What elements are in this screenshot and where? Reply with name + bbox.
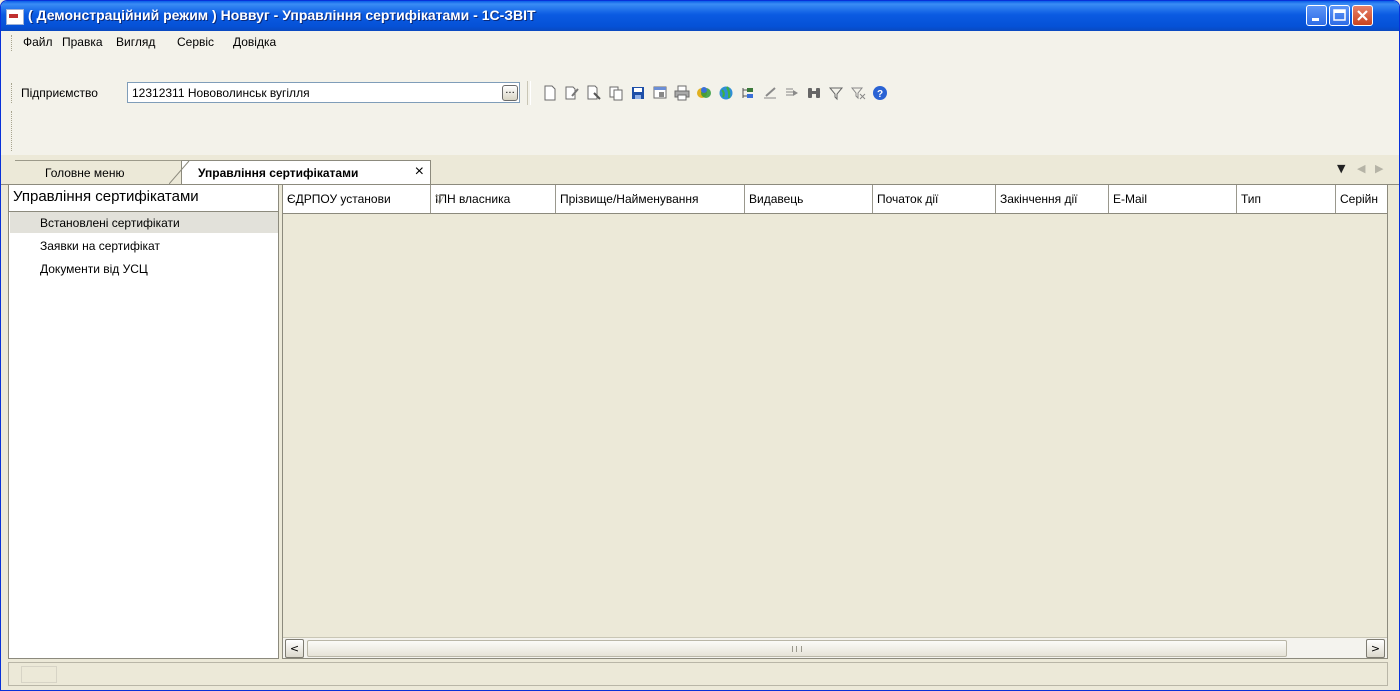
column-header-edrpou[interactable]: ЄДРПОУ установи	[283, 185, 431, 213]
scroll-grip-icon	[792, 646, 802, 652]
save-icon[interactable]	[629, 84, 647, 102]
app-logo-icon	[6, 9, 24, 25]
tab-main-menu[interactable]: Головне меню	[15, 160, 189, 184]
column-header-ipn[interactable]: ІПН власника ▽	[431, 185, 556, 213]
enterprise-browse-button[interactable]: ...	[502, 85, 518, 101]
exchange-icon[interactable]	[695, 84, 713, 102]
enterprise-field[interactable]: 12312311 Нововолинськ вугілля	[127, 82, 520, 103]
nav-item-installed-certificates[interactable]: Встановлені сертифікати	[10, 212, 278, 233]
copy-doc-icon[interactable]	[607, 84, 625, 102]
nav-item-label: Встановлені сертифікати	[40, 216, 180, 230]
menu-edit[interactable]: Правка	[62, 35, 103, 49]
column-header-label: Закінчення дії	[1000, 192, 1078, 206]
column-header-serial[interactable]: Серійн	[1336, 185, 1387, 213]
tab-certificates-label: Управління сертифікатами	[198, 166, 359, 180]
sign-icon[interactable]	[761, 84, 779, 102]
tab-next-icon[interactable]: ▶	[1375, 162, 1383, 175]
properties-icon[interactable]	[651, 84, 669, 102]
nav-item-certificate-requests[interactable]: Заявки на сертифікат	[10, 235, 278, 256]
sort-indicator-icon: ▽	[435, 192, 445, 206]
menu-view[interactable]: Вигляд	[116, 35, 155, 49]
nav-item-label: Заявки на сертифікат	[40, 239, 160, 253]
menu-help[interactable]: Довідка	[233, 35, 276, 49]
tab-certificates[interactable]: Управління сертифікатами ×	[181, 160, 431, 184]
status-pane	[21, 666, 57, 683]
horizontal-scrollbar[interactable]: < >	[283, 637, 1387, 658]
globe-icon[interactable]	[717, 84, 735, 102]
minimize-button[interactable]	[1306, 5, 1327, 26]
export-icon[interactable]	[783, 84, 801, 102]
tree-icon[interactable]	[739, 84, 757, 102]
column-header-label: Початок дії	[877, 192, 939, 206]
column-header-label: Серійн	[1340, 192, 1379, 206]
view-doc-icon[interactable]	[585, 84, 603, 102]
tab-active-edge-icon	[169, 160, 190, 184]
window-title: ( Демонстраційний режим ) Новвуг - Управ…	[28, 7, 536, 23]
status-bar	[8, 662, 1388, 686]
tab-close-icon[interactable]: ×	[415, 163, 424, 181]
scroll-thumb[interactable]	[307, 640, 1287, 657]
app-window: ( Демонстраційний режим ) Новвуг - Управ…	[0, 0, 1400, 691]
toolbar-grip[interactable]	[11, 83, 15, 103]
tab-main-menu-label: Головне меню	[45, 166, 125, 180]
column-header-type[interactable]: Тип	[1237, 185, 1336, 213]
column-header-label: Прізвище/Найменування	[560, 192, 699, 206]
menu-bar: Файл Правка Вигляд Сервіс Довідка	[1, 31, 1399, 55]
menu-file[interactable]: Файл	[23, 35, 53, 49]
nav-item-label: Документи від УСЦ	[40, 262, 148, 276]
column-header-label: ЄДРПОУ установи	[287, 192, 391, 206]
toolbar-area	[1, 55, 1399, 155]
enterprise-label: Підприємство	[21, 86, 98, 100]
tab-prev-icon[interactable]: ◀	[1357, 162, 1365, 175]
column-header-start[interactable]: Початок дії	[873, 185, 996, 213]
find-icon[interactable]	[805, 84, 823, 102]
nav-item-usc-documents[interactable]: Документи від УСЦ	[10, 258, 278, 279]
close-icon	[1357, 10, 1368, 21]
minimize-icon	[1312, 18, 1319, 21]
new-doc-icon[interactable]	[541, 84, 559, 102]
tab-strip: Головне меню Управління сертифікатами × …	[1, 156, 1399, 185]
column-header-label: E-Mail	[1113, 192, 1148, 206]
left-panel: Управління сертифікатами Встановлені сер…	[8, 184, 279, 659]
column-header-end[interactable]: Закінчення дії	[996, 185, 1109, 213]
enterprise-value: 12312311 Нововолинськ вугілля	[132, 86, 310, 100]
left-panel-title: Управління сертифікатами	[13, 188, 199, 205]
menu-grip[interactable]	[11, 35, 15, 51]
tab-list-dropdown-icon[interactable]: ▼	[1337, 162, 1345, 175]
close-window-button[interactable]	[1352, 5, 1373, 26]
scroll-right-button[interactable]: >	[1366, 639, 1385, 658]
edit-doc-icon[interactable]	[563, 84, 581, 102]
column-header-email[interactable]: E-Mail	[1109, 185, 1237, 213]
filter-icon[interactable]	[827, 84, 845, 102]
column-header-label: Видавець	[749, 192, 804, 206]
left-panel-header: Управління сертифікатами	[9, 185, 278, 212]
title-bar[interactable]: ( Демонстраційний режим ) Новвуг - Управ…	[1, 1, 1399, 31]
help-icon[interactable]: ?	[871, 84, 889, 102]
maximize-button[interactable]	[1329, 5, 1350, 26]
column-header-name[interactable]: Прізвище/Найменування	[556, 185, 745, 213]
toolbar-grip-empty[interactable]	[11, 111, 15, 151]
print-icon[interactable]	[673, 84, 691, 102]
column-header-issuer[interactable]: Видавець	[745, 185, 873, 213]
toolbar-separator	[527, 81, 531, 105]
column-header-label: Тип	[1241, 192, 1262, 206]
grid-header: ЄДРПОУ установи ІПН власника ▽ Прізвище/Н…	[283, 185, 1387, 214]
scroll-left-button[interactable]: <	[285, 639, 304, 658]
menu-service[interactable]: Сервіс	[177, 35, 214, 49]
svg-text:?: ?	[877, 89, 883, 100]
certificates-grid[interactable]: ЄДРПОУ установи ІПН власника ▽ Прізвище/Н…	[282, 184, 1388, 659]
maximize-icon	[1333, 9, 1346, 21]
clear-filter-icon[interactable]	[849, 84, 867, 102]
